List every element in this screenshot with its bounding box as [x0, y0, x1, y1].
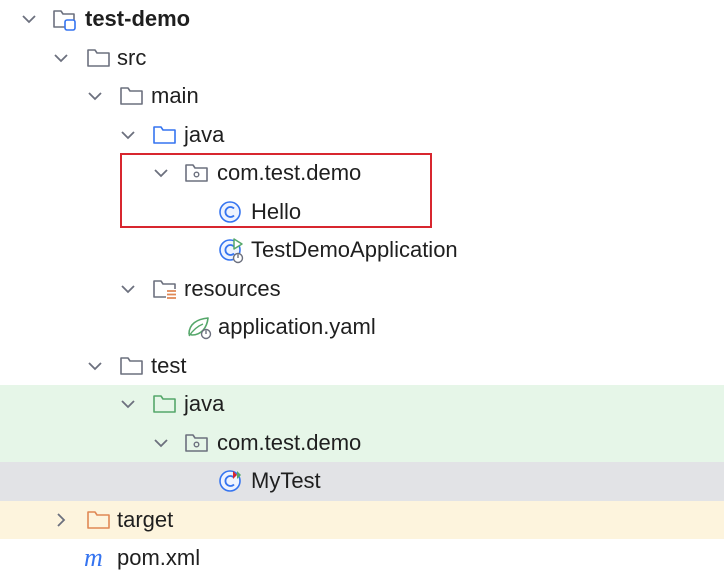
project-module-icon — [52, 6, 78, 32]
project-tree: test-demo src main java com.test.demo He… — [0, 0, 724, 582]
tree-row-target[interactable]: target — [0, 500, 724, 539]
tree-row-test-demo[interactable]: test-demo — [0, 0, 724, 39]
tree-row-mytest[interactable]: MyTest — [0, 462, 724, 501]
chevron-right-icon[interactable] — [52, 511, 70, 529]
tree-row-label: pom.xml — [117, 545, 201, 570]
folder-icon — [119, 353, 145, 379]
tree-row-main[interactable]: main — [0, 77, 724, 116]
folder-icon — [86, 45, 112, 71]
test-source-root-folder-icon — [152, 391, 178, 417]
highlight-box — [120, 153, 432, 228]
tree-row-resources[interactable]: resources — [0, 270, 724, 309]
chevron-down-icon[interactable] — [86, 87, 104, 105]
tree-row-label: com.test.demo — [217, 429, 362, 455]
package-icon — [184, 430, 210, 456]
tree-row-test[interactable]: test — [0, 347, 724, 386]
maven-icon: m — [84, 543, 110, 572]
source-root-folder-icon — [152, 122, 178, 148]
chevron-down-icon[interactable] — [152, 434, 170, 452]
resources-folder-icon — [152, 276, 178, 302]
chevron-down-icon[interactable] — [52, 49, 70, 67]
test-class-icon — [218, 468, 244, 494]
tree-row-label: java — [184, 121, 225, 147]
svg-text:m: m — [84, 543, 103, 572]
tree-row-label: resources — [184, 275, 281, 301]
tree-row-label: test-demo — [85, 6, 191, 31]
tree-row-label: MyTest — [251, 468, 321, 493]
chevron-down-icon[interactable] — [20, 10, 38, 28]
chevron-down-icon[interactable] — [119, 395, 137, 413]
tree-row-java-main[interactable]: java — [0, 116, 724, 155]
tree-row-java-test[interactable]: java — [0, 385, 724, 424]
spring-boot-class-icon — [218, 237, 244, 264]
tree-row-label: target — [117, 506, 174, 532]
tree-row-label: test — [151, 352, 187, 378]
tree-row-label: TestDemoApplication — [251, 237, 458, 262]
spring-config-icon — [186, 314, 212, 340]
tree-row-label: main — [151, 83, 199, 108]
chevron-down-icon[interactable] — [86, 357, 104, 375]
tree-row-label: java — [184, 391, 225, 416]
tree-row-package-test[interactable]: com.test.demo — [0, 423, 724, 462]
tree-row-label: application.yaml — [218, 314, 376, 339]
chevron-down-icon[interactable] — [119, 126, 137, 144]
tree-row-application-yaml[interactable]: application.yaml — [0, 308, 724, 347]
folder-icon — [119, 83, 145, 109]
tree-row-test-demo-application[interactable]: TestDemoApplication — [0, 231, 724, 270]
tree-row-pom-xml[interactable]: m pom.xml — [0, 539, 724, 578]
chevron-down-icon[interactable] — [119, 280, 137, 298]
excluded-folder-icon — [86, 507, 112, 533]
tree-row-label: src — [117, 44, 147, 70]
tree-row-src[interactable]: src — [0, 39, 724, 78]
